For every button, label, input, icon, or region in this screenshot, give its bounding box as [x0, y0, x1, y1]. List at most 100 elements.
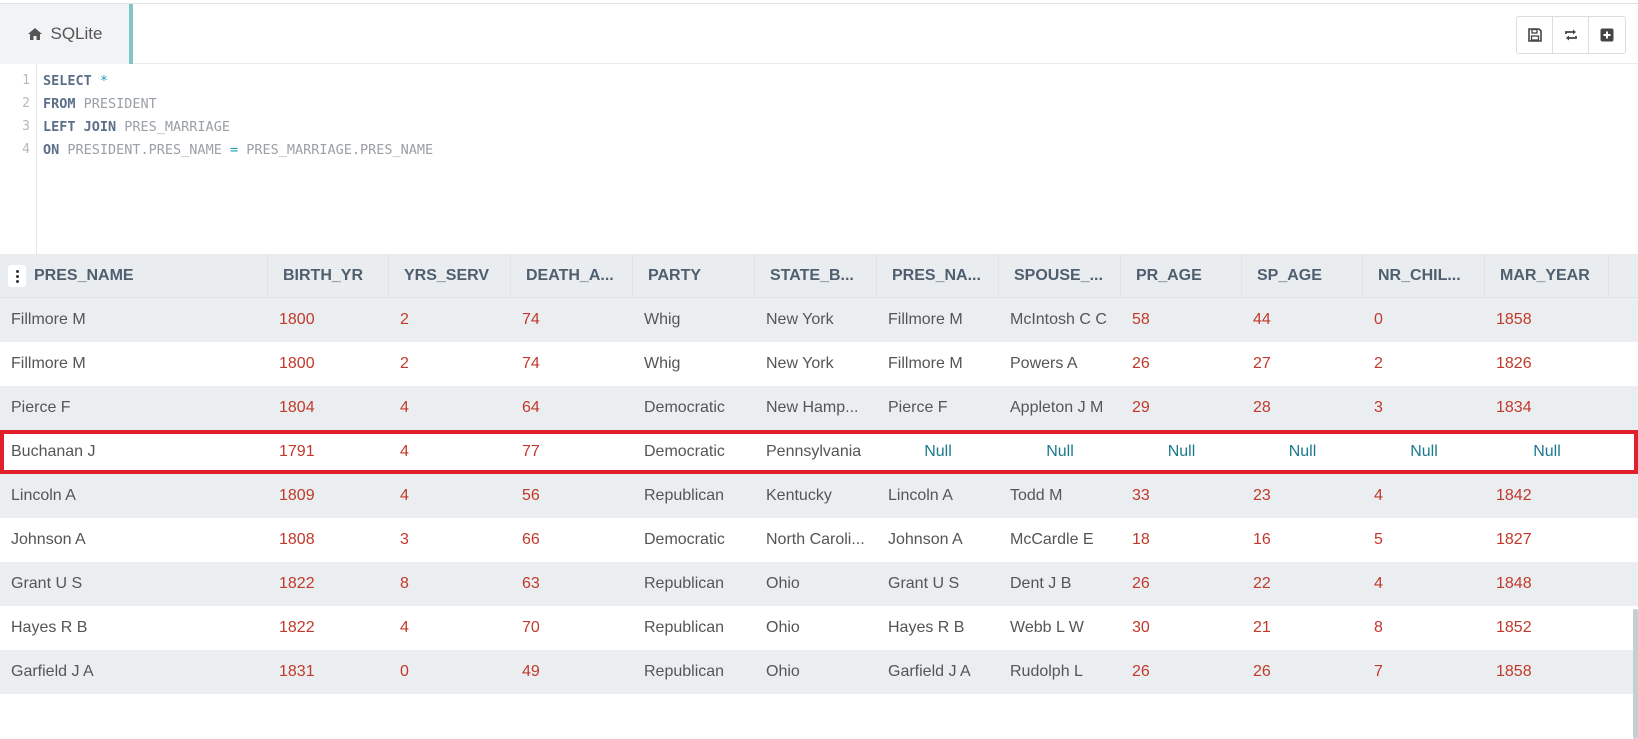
table-cell[interactable]: Ohio [755, 606, 877, 650]
table-cell[interactable]: Lincoln A [877, 474, 999, 518]
table-cell[interactable]: 33 [1121, 474, 1242, 518]
table-cell[interactable]: 2 [1363, 342, 1485, 386]
table-cell[interactable]: 26 [1242, 650, 1363, 694]
table-cell[interactable]: 64 [511, 386, 633, 430]
table-cell[interactable]: New York [755, 298, 877, 342]
table-cell[interactable]: 22 [1242, 562, 1363, 606]
table-cell[interactable]: Johnson A [0, 518, 268, 562]
table-cell[interactable]: 1800 [268, 342, 389, 386]
table-cell[interactable]: 27 [1242, 342, 1363, 386]
table-cell[interactable]: 28 [1242, 386, 1363, 430]
table-cell[interactable]: 1800 [268, 298, 389, 342]
table-row[interactable]: Hayes R B 1822 4 70 Republican Ohio Hayes R B W… [0, 606, 1638, 650]
table-cell[interactable]: Powers A [999, 342, 1121, 386]
table-cell[interactable]: 30 [1121, 606, 1242, 650]
table-cell[interactable]: 4 [1363, 474, 1485, 518]
table-cell[interactable]: 1852 [1485, 606, 1609, 650]
table-cell[interactable]: Fillmore M [877, 342, 999, 386]
table-row[interactable]: Pierce F 1804 4 64 Democratic New Hamp... Pier… [0, 386, 1638, 430]
table-cell[interactable]: Null [1121, 430, 1242, 474]
table-cell[interactable]: Rudolph L [999, 650, 1121, 694]
table-cell[interactable]: 7 [1363, 650, 1485, 694]
save-button[interactable] [1517, 17, 1553, 53]
column-header[interactable]: SP_AGE [1242, 254, 1363, 298]
column-header[interactable]: BIRTH_YR [268, 254, 389, 298]
table-cell[interactable]: Fillmore M [0, 298, 268, 342]
table-cell[interactable]: 4 [389, 606, 511, 650]
table-cell[interactable]: Republican [633, 562, 755, 606]
table-cell[interactable]: Whig [633, 342, 755, 386]
table-cell[interactable]: 18 [1121, 518, 1242, 562]
table-cell[interactable]: Democratic [633, 430, 755, 474]
table-cell[interactable]: 26 [1121, 562, 1242, 606]
table-cell[interactable]: Appleton J M [999, 386, 1121, 430]
table-cell[interactable]: 66 [511, 518, 633, 562]
table-cell[interactable]: 8 [389, 562, 511, 606]
table-cell[interactable]: 70 [511, 606, 633, 650]
table-cell[interactable]: 4 [389, 474, 511, 518]
table-cell[interactable]: Johnson A [877, 518, 999, 562]
column-header[interactable]: DEATH_A... [511, 254, 633, 298]
table-cell[interactable]: 1809 [268, 474, 389, 518]
table-cell[interactable]: North Caroli... [755, 518, 877, 562]
table-row[interactable]: Fillmore M 1800 2 74 Whig New York Fillmore M P… [0, 342, 1638, 386]
table-row[interactable]: Johnson A 1808 3 66 Democratic North Caroli..… [0, 518, 1638, 562]
vertical-scrollbar[interactable] [1633, 609, 1638, 739]
tab-sqlite[interactable]: SQLite [0, 4, 133, 64]
table-cell[interactable]: 5 [1363, 518, 1485, 562]
table-cell[interactable]: 1831 [268, 650, 389, 694]
table-cell[interactable]: 1858 [1485, 298, 1609, 342]
table-cell[interactable]: Republican [633, 474, 755, 518]
table-cell[interactable]: Null [1485, 430, 1609, 474]
table-cell[interactable]: 1848 [1485, 562, 1609, 606]
table-row[interactable]: Grant U S 1822 8 63 Republican Ohio Grant U S D… [0, 562, 1638, 606]
table-cell[interactable]: 4 [1363, 562, 1485, 606]
table-cell[interactable]: 4 [389, 386, 511, 430]
table-cell[interactable]: 1822 [268, 606, 389, 650]
table-cell[interactable]: 21 [1242, 606, 1363, 650]
table-cell[interactable]: 44 [1242, 298, 1363, 342]
table-cell[interactable]: 1808 [268, 518, 389, 562]
table-cell[interactable]: 26 [1121, 342, 1242, 386]
table-cell[interactable]: 63 [511, 562, 633, 606]
add-button[interactable] [1589, 17, 1625, 53]
column-header[interactable]: MAR_YEAR [1485, 254, 1609, 298]
table-cell[interactable]: 58 [1121, 298, 1242, 342]
table-cell[interactable]: Null [877, 430, 999, 474]
table-cell[interactable]: 49 [511, 650, 633, 694]
refresh-button[interactable] [1553, 17, 1589, 53]
table-cell[interactable]: 16 [1242, 518, 1363, 562]
table-cell[interactable]: 1827 [1485, 518, 1609, 562]
table-cell[interactable]: 2 [389, 342, 511, 386]
table-cell[interactable]: 74 [511, 298, 633, 342]
table-cell[interactable]: 1842 [1485, 474, 1609, 518]
column-header[interactable]: YRS_SERV [389, 254, 511, 298]
column-header[interactable]: PRES_NA... [877, 254, 999, 298]
table-cell[interactable]: 8 [1363, 606, 1485, 650]
table-cell[interactable]: Hayes R B [0, 606, 268, 650]
table-cell[interactable]: 23 [1242, 474, 1363, 518]
table-row-selected[interactable]: Buchanan J 1791 4 77 Democratic Pennsylvania N… [0, 430, 1638, 474]
table-cell[interactable]: McIntosh C C [999, 298, 1121, 342]
table-cell[interactable]: 1858 [1485, 650, 1609, 694]
table-cell[interactable]: 74 [511, 342, 633, 386]
table-cell[interactable]: Pierce F [877, 386, 999, 430]
table-cell[interactable]: Ohio [755, 562, 877, 606]
table-cell[interactable]: 3 [1363, 386, 1485, 430]
table-cell[interactable]: 26 [1121, 650, 1242, 694]
table-cell[interactable]: 77 [511, 430, 633, 474]
table-cell[interactable]: Democratic [633, 386, 755, 430]
table-cell[interactable]: Garfield J A [0, 650, 268, 694]
table-cell[interactable]: 3 [389, 518, 511, 562]
table-cell[interactable]: McCardle E [999, 518, 1121, 562]
table-cell[interactable]: Null [1363, 430, 1485, 474]
sql-code[interactable]: SELECT * FROM PRESIDENT LEFT JOIN PRES_MAR… [43, 64, 1638, 254]
table-cell[interactable]: 29 [1121, 386, 1242, 430]
column-header[interactable]: PRES_NAME [0, 254, 268, 298]
table-row[interactable]: Lincoln A 1809 4 56 Republican Kentucky Lincol… [0, 474, 1638, 518]
table-cell[interactable]: Pennsylvania [755, 430, 877, 474]
table-cell[interactable]: Buchanan J [0, 430, 268, 474]
table-cell[interactable]: Republican [633, 650, 755, 694]
table-cell[interactable]: Grant U S [0, 562, 268, 606]
table-cell[interactable]: New York [755, 342, 877, 386]
